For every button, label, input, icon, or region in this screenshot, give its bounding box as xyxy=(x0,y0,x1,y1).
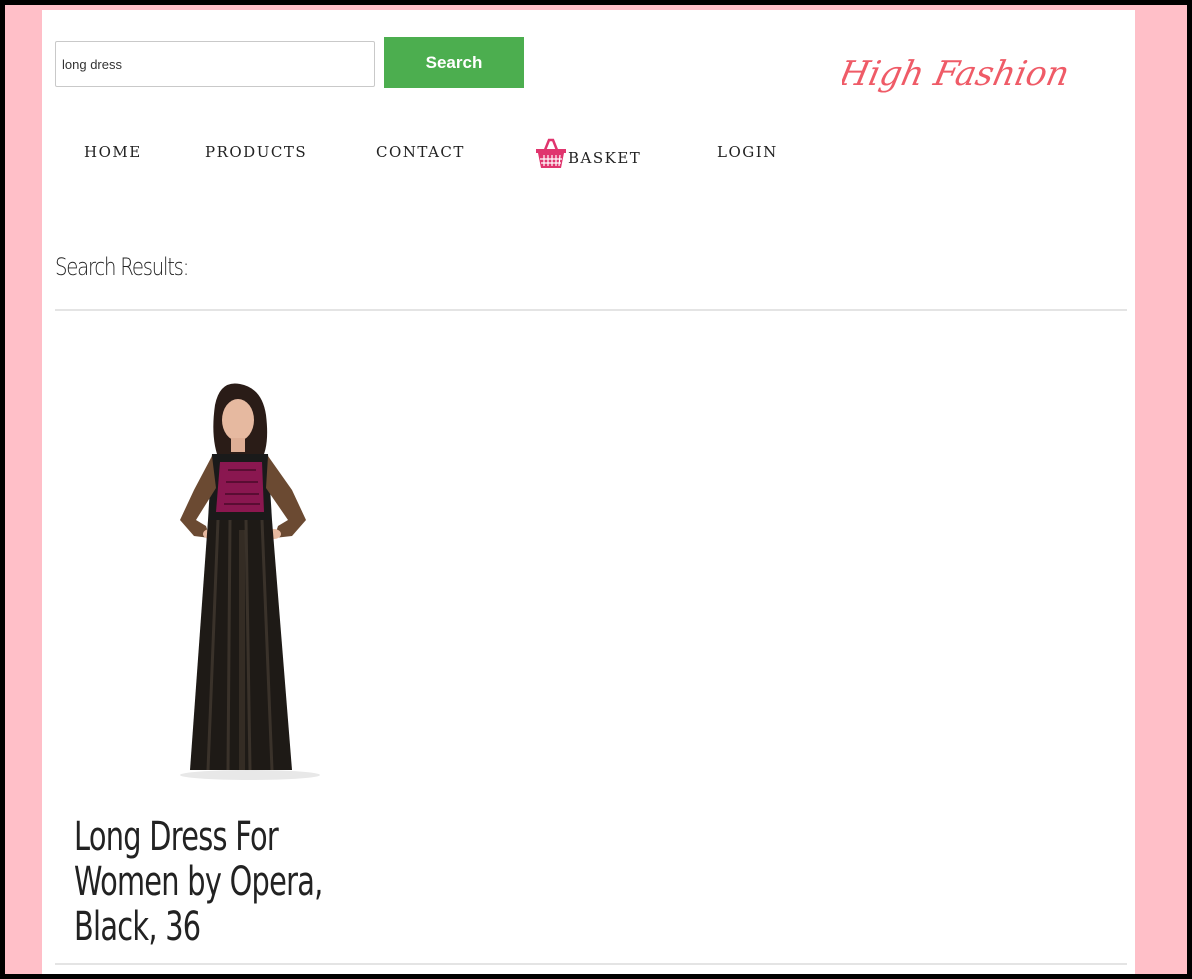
main-nav: HOME PRODUCTS CONTACT BASKET LOGIN xyxy=(42,135,842,175)
basket-icon xyxy=(536,138,566,168)
results-divider-bottom xyxy=(55,963,1127,965)
nav-basket-label: BASKET xyxy=(568,149,642,167)
nav-basket[interactable]: BASKET xyxy=(534,135,641,171)
product-image[interactable] xyxy=(70,370,400,800)
nav-login[interactable]: LOGIN xyxy=(717,143,778,161)
product-card[interactable]: Long Dress For Women by Opera, Black, 36 xyxy=(70,370,400,950)
search-results-heading: Search Results: xyxy=(55,253,189,281)
nav-products[interactable]: PRODUCTS xyxy=(205,143,307,161)
high-fashion-logo[interactable]: High Fashion xyxy=(842,25,1072,115)
logo-text: High Fashion xyxy=(842,54,1072,94)
results-divider-top xyxy=(55,309,1127,311)
page-content: Search High Fashion HOME PRODUCTS CONTAC… xyxy=(42,10,1135,974)
browser-frame: Search High Fashion HOME PRODUCTS CONTAC… xyxy=(0,0,1192,979)
nav-contact[interactable]: CONTACT xyxy=(376,143,465,161)
search-button[interactable]: Search xyxy=(384,37,524,88)
search-input[interactable] xyxy=(55,41,375,87)
product-name[interactable]: Long Dress For Women by Opera, Black, 36 xyxy=(74,815,376,950)
nav-home[interactable]: HOME xyxy=(84,143,142,161)
